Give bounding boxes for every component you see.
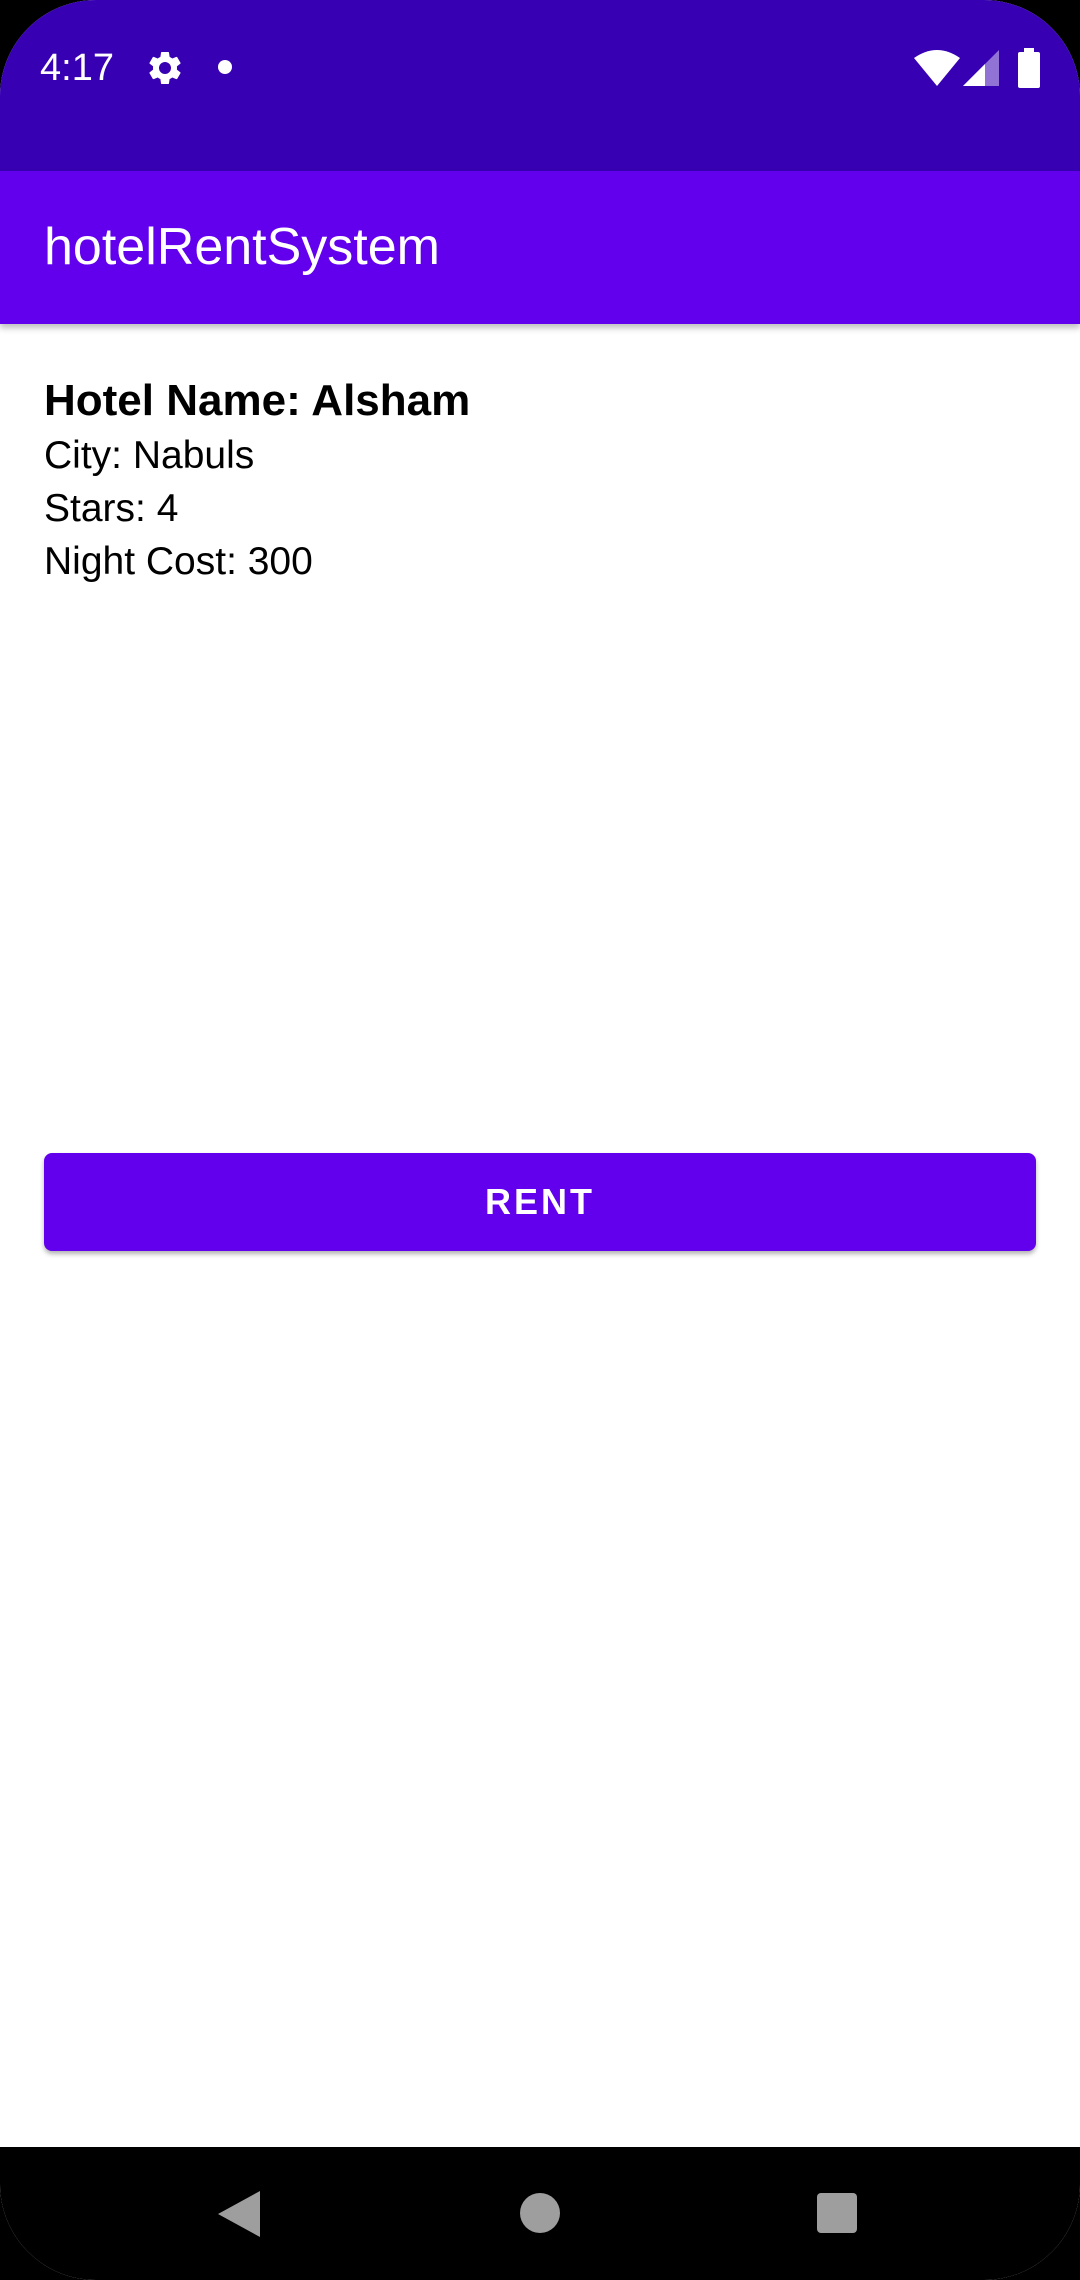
navigation-bar: [0, 2147, 1080, 2280]
hotel-details: Hotel Name: Alsham City: Nabuls Stars: 4…: [0, 324, 1080, 2147]
wifi-icon: [914, 50, 960, 86]
hotel-city: City: Nabuls: [44, 434, 255, 477]
status-time: 4:17: [40, 47, 114, 89]
app-bar: hotelRentSystem: [0, 171, 1080, 324]
phone-screen: 4:17 hotelRentSystem Hotel Name: Alsham …: [0, 0, 1080, 2280]
battery-icon: [1018, 48, 1040, 88]
hotel-name: Hotel Name: Alsham: [44, 376, 471, 425]
hotel-night-cost: Night Cost: 300: [44, 540, 313, 583]
app-title: hotelRentSystem: [44, 218, 440, 276]
recents-icon[interactable]: [817, 2193, 857, 2233]
cell-signal-icon: [963, 50, 999, 86]
hotel-stars: Stars: 4: [44, 487, 179, 530]
gear-icon: [149, 51, 181, 84]
notification-dot-icon: [218, 60, 232, 74]
status-bar: 4:17: [0, 0, 1080, 171]
home-icon[interactable]: [520, 2193, 560, 2233]
back-icon[interactable]: [218, 2191, 260, 2237]
rent-button[interactable]: RENT: [44, 1153, 1036, 1251]
